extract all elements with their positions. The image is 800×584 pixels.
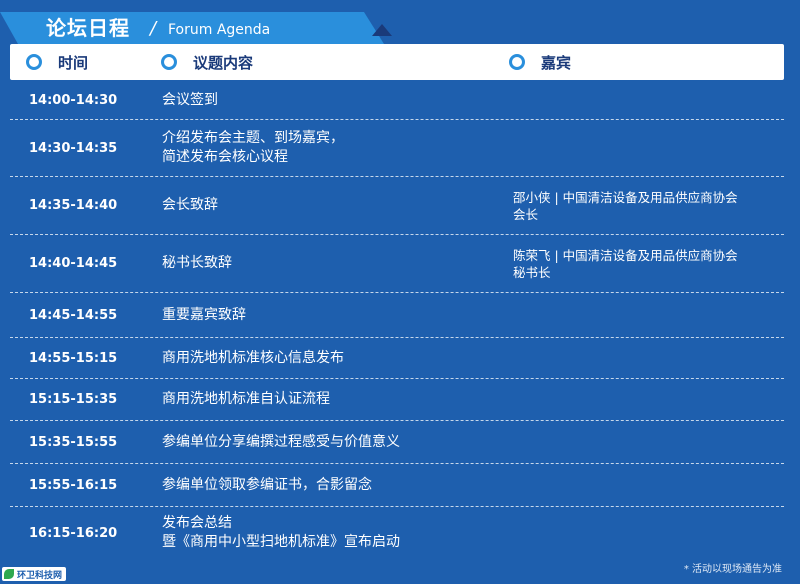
row-topic: 商用洗地机标准核心信息发布: [162, 338, 344, 378]
table-row: 14:00-14:30 会议签到: [10, 82, 784, 120]
header-time-label: 时间: [58, 53, 89, 72]
row-time: 14:45-14:55: [29, 307, 118, 323]
table-row: 14:35-14:40 会长致辞 邵小侠 | 中国清洁设备及用品供应商协会 会长: [10, 177, 784, 235]
title-separator: /: [150, 18, 157, 39]
row-topic-line: 会长致辞: [162, 197, 218, 213]
row-topic-line: 参编单位分享编撰过程感受与价值意义: [162, 433, 400, 450]
row-guest-line: 陈荣飞 | 中国清洁设备及用品供应商协会: [513, 247, 738, 263]
row-time: 16:15-16:20: [29, 525, 118, 541]
table-header: 时间 议题内容 嘉宾: [10, 44, 784, 80]
table-row: 15:55-16:15 参编单位领取参编证书，合影留念: [10, 464, 784, 507]
table-row: 14:45-14:55 重要嘉宾致辞: [10, 293, 784, 338]
row-topic: 参编单位领取参编证书，合影留念: [162, 464, 372, 506]
row-topic-line: 会议签到: [162, 92, 218, 108]
row-time: 14:00-14:30: [29, 93, 118, 108]
table-row: 16:15-16:20 发布会总结 暨《商用中小型扫地机标准》宣布启动: [10, 507, 784, 559]
row-topic: 介绍发布会主题、到场嘉宾， 简述发布会核心议程: [162, 120, 344, 176]
row-topic: 会长致辞: [162, 177, 218, 234]
table-row: 14:30-14:35 介绍发布会主题、到场嘉宾， 简述发布会核心议程: [10, 120, 784, 177]
row-time: 15:35-15:55: [29, 434, 118, 450]
row-guest: 邵小侠 | 中国清洁设备及用品供应商协会 会长: [513, 177, 738, 234]
row-time: 15:55-16:15: [29, 477, 118, 493]
bullet-icon: [161, 54, 177, 70]
header-topic-label: 议题内容: [193, 53, 254, 72]
table-row: 14:55-15:15 商用洗地机标准核心信息发布: [10, 338, 784, 379]
header-guest: 嘉宾: [509, 44, 571, 80]
row-topic: 秘书长致辞: [162, 235, 232, 292]
row-topic: 会议签到: [162, 82, 218, 119]
row-time: 14:35-14:40: [29, 198, 118, 213]
bullet-icon: [26, 54, 42, 70]
row-topic: 重要嘉宾致辞: [162, 293, 246, 337]
row-topic: 商用洗地机标准自认证流程: [162, 379, 330, 420]
header-guest-label: 嘉宾: [541, 53, 572, 72]
row-time: 14:40-14:45: [29, 256, 118, 271]
row-topic-line: 介绍发布会主题、到场嘉宾，: [162, 130, 344, 146]
corner-triangle: [372, 24, 392, 36]
table-row: 14:40-14:45 秘书长致辞 陈荣飞 | 中国清洁设备及用品供应商协会 秘…: [10, 235, 784, 293]
row-time: 14:30-14:35: [29, 140, 118, 156]
logo-text: 环卫科技网: [17, 570, 63, 581]
row-guest-line: 邵小侠 | 中国清洁设备及用品供应商协会: [513, 189, 738, 205]
row-topic-line: 重要嘉宾致辞: [162, 306, 246, 323]
row-time: 14:55-15:15: [29, 350, 118, 366]
row-topic-line: 秘书长致辞: [162, 255, 232, 271]
bullet-icon: [509, 54, 525, 70]
row-topic-line: 参编单位领取参编证书，合影留念: [162, 476, 372, 493]
leaf-icon: [4, 569, 14, 579]
row-guest-line: 秘书长: [513, 264, 551, 280]
table-row: 15:35-15:55 参编单位分享编撰过程感受与价值意义: [10, 421, 784, 464]
site-logo: 环卫科技网: [2, 567, 67, 581]
row-topic-line: 简述发布会核心议程: [162, 149, 288, 165]
row-topic-line: 发布会总结: [162, 515, 232, 531]
footnote: * 活动以现场通告为准: [683, 564, 782, 575]
row-topic-line: 商用洗地机标准自认证流程: [162, 391, 330, 407]
row-topic: 发布会总结 暨《商用中小型扫地机标准》宣布启动: [162, 507, 400, 559]
header-time: 时间: [26, 44, 88, 80]
page-title-english: Forum Agenda: [168, 22, 271, 38]
header-topic: 议题内容: [161, 44, 253, 80]
row-guest: 陈荣飞 | 中国清洁设备及用品供应商协会 秘书长: [513, 235, 738, 292]
row-topic-line: 商用洗地机标准核心信息发布: [162, 349, 344, 366]
row-guest-line: 会长: [513, 206, 539, 222]
row-topic-line: 暨《商用中小型扫地机标准》宣布启动: [162, 534, 400, 550]
table-row: 15:15-15:35 商用洗地机标准自认证流程: [10, 379, 784, 421]
page-title: 论坛日程: [46, 16, 130, 40]
row-time: 15:15-15:35: [29, 392, 118, 407]
row-topic: 参编单位分享编撰过程感受与价值意义: [162, 421, 400, 463]
